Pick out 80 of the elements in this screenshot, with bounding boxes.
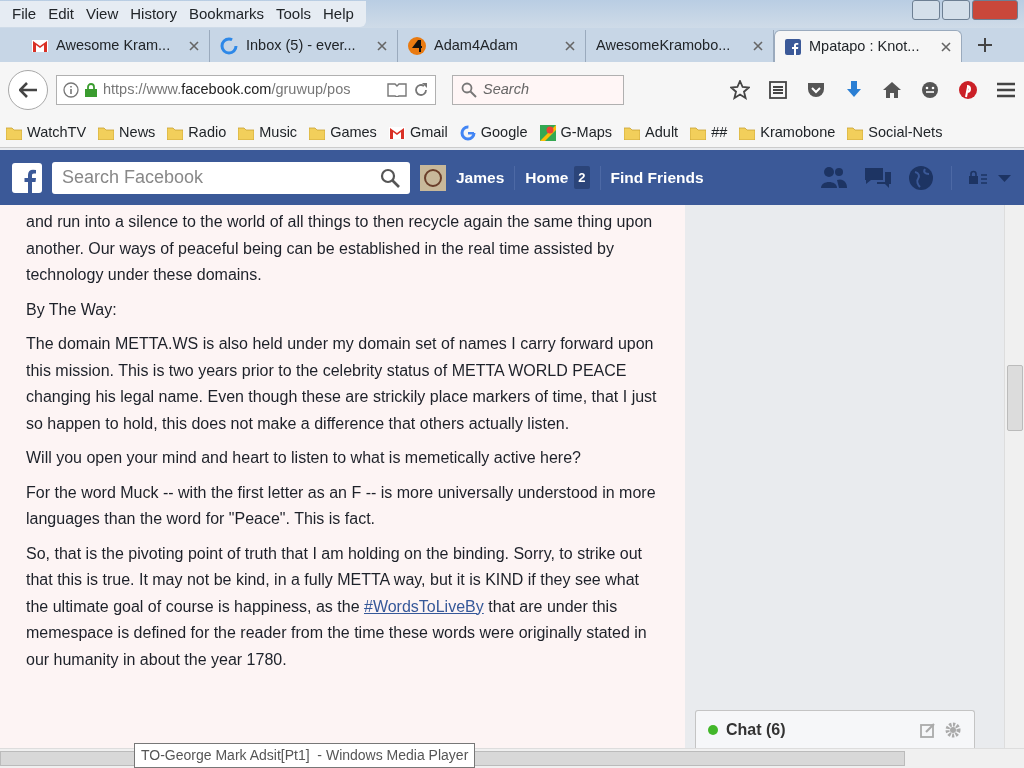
f-logo-icon (785, 38, 801, 55)
info-icon (63, 82, 79, 98)
find-friends-link[interactable]: Find Friends (610, 165, 704, 190)
folder-icon (624, 125, 641, 140)
map-pin-icon (539, 124, 556, 141)
folder-icon (739, 125, 756, 140)
post-paragraph: By The Way: (26, 299, 118, 320)
folder-icon (238, 125, 255, 140)
close-icon (941, 41, 951, 52)
smiley-icon[interactable] (920, 80, 940, 100)
notification-count: 2 (574, 165, 590, 190)
close-icon (189, 41, 199, 51)
home-icon[interactable] (882, 80, 902, 100)
book-icon (387, 83, 407, 97)
tooltip: TO-George Mark Adsit[Pt1] - Windows Media Player (134, 743, 476, 768)
menu-item[interactable]: View (80, 2, 125, 26)
profile-link[interactable]: James (456, 165, 505, 190)
menu-item[interactable]: Help (317, 2, 360, 26)
search-icon (461, 82, 477, 98)
minimize-button[interactable] (912, 0, 940, 20)
bookmark-item[interactable]: Music (238, 121, 298, 144)
chat-bar[interactable]: Chat (6) (695, 710, 975, 748)
list-icon[interactable] (768, 80, 788, 100)
ring-icon (220, 37, 238, 55)
bookmark-item[interactable]: WatchTV (6, 121, 87, 144)
avatar-icon (420, 164, 446, 191)
bookmark-item[interactable]: Social-Nets (847, 121, 943, 144)
close-icon (377, 41, 387, 51)
address-bar[interactable]: https://www.facebook.com/gruwup/pos (56, 75, 436, 105)
settings-icon (944, 720, 962, 739)
star-icon[interactable] (730, 80, 750, 100)
bookmark-item[interactable]: News (98, 121, 156, 144)
bookmark-item[interactable]: Google (459, 121, 528, 144)
menu-icon[interactable] (996, 80, 1016, 100)
browser-tab[interactable]: Mpatapo : Knot... (774, 30, 962, 62)
bookmark-item[interactable]: Games (309, 121, 377, 144)
envelope-icon (388, 126, 405, 139)
post-paragraph: The domain METTA.WS is also held under my domain set of names I carry forward upon this mission. This is two years prior to the celebrity status of METTA WORLD PEACE changing his legal name. Even though these are strickily place markers of time, that I just so happen to hold, this does not make a difference that others actually listen. (26, 334, 658, 434)
bookmark-item[interactable]: G-Maps (539, 121, 613, 144)
search-field[interactable]: Search (452, 75, 624, 105)
folder-icon (690, 125, 707, 140)
post-paragraph: and run into a silence to the world of all things to then recycle again the same thing upon another. Our ways of peaceful being can be established in the real time assisted by technology under these domains. (26, 212, 654, 285)
bookmark-item[interactable]: Adult (624, 121, 679, 144)
reload-icon (413, 82, 429, 98)
menu-item[interactable]: Tools (270, 2, 317, 26)
vertical-scrollbar[interactable] (1004, 205, 1024, 748)
post-paragraph: For the word Muck -- with the first letter as an F -- is more universally understood in more languages than the word for "Peace". This is fact. (26, 482, 657, 529)
search-icon (380, 167, 400, 188)
g-logo-icon (459, 124, 476, 141)
home-link[interactable]: Home 2 (525, 165, 590, 190)
folder-icon (167, 125, 184, 140)
maximize-button[interactable] (942, 0, 970, 20)
menu-item[interactable]: File (6, 2, 43, 26)
back-button[interactable] (8, 70, 48, 110)
arrow-left-icon (19, 82, 37, 98)
bookmark-item[interactable]: ## (690, 121, 728, 144)
number-icon (408, 37, 426, 55)
menu-item[interactable]: History (124, 2, 183, 26)
edit-icon (920, 721, 936, 738)
search-field[interactable]: Search Facebook (52, 161, 410, 194)
f-logo-icon (12, 162, 42, 193)
folder-icon (98, 125, 115, 140)
folder-icon (309, 125, 326, 140)
menu-item[interactable]: Bookmarks (182, 2, 270, 26)
menu-item[interactable]: Edit (42, 2, 81, 26)
pin-p-icon[interactable] (958, 80, 978, 100)
close-icon (753, 41, 763, 51)
post-paragraph: Will you open your mind and heart to listen to what is memetically active here? (26, 448, 582, 468)
lock-icon (85, 83, 97, 97)
bookmark-item[interactable]: Kramobone (739, 121, 836, 144)
pocket-icon[interactable] (806, 80, 826, 100)
post-paragraph: So, that is the pivoting point of truth that I am holding on the binding. Sorry, to strike out that this is true. It may not be kind, in a fully METTA way, but it is KIND if they see what the ultimate goal of course is happiness, as the #WordsToLiveBy that are under this memespace is defined for the reader from the time these words were originally stated in our humanity in about the year 1780. (26, 543, 648, 670)
plus-icon[interactable] (978, 38, 992, 52)
hashtag-link[interactable]: #WordsToLiveBy (364, 597, 484, 615)
folder-icon (847, 125, 864, 140)
bookmark-item[interactable]: Gmail (388, 121, 448, 144)
folder-icon (6, 125, 22, 140)
close-icon (565, 41, 575, 51)
bookmark-item[interactable]: Radio (167, 121, 227, 144)
envelope-icon (32, 40, 48, 52)
